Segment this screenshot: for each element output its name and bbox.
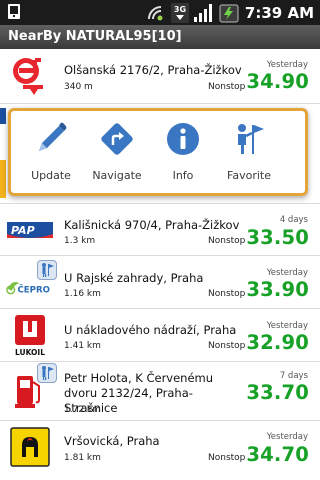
station-hours: Nonstop	[208, 453, 246, 463]
price: 33.50	[246, 226, 309, 249]
station-name: U Rajské zahrady, Praha	[64, 271, 204, 285]
svg-text:ČEPRO: ČEPRO	[17, 284, 50, 296]
notification-icon[interactable]	[6, 3, 24, 21]
station-name: Kališnická 970/4, Praha-Žižkov	[64, 218, 240, 232]
price-updated: Yesterday	[266, 60, 308, 70]
info-icon	[165, 121, 201, 157]
station-hours: Nonstop	[208, 289, 246, 299]
price: 33.70	[246, 381, 309, 404]
station-name: Olšanská 2176/2, Praha-Žižkov	[64, 63, 242, 77]
favorite-button[interactable]: Favorite	[215, 121, 283, 191]
station-distance: 1.72 km	[64, 405, 101, 415]
list-item[interactable]: Olšanská 2176/2, Praha-Žižkov 340 m Nons…	[0, 49, 320, 104]
station-distance: 1.16 km	[64, 289, 101, 299]
3g-icon: 3G	[170, 2, 189, 23]
update-button[interactable]: Update	[17, 121, 85, 191]
station-hours: Nonstop	[208, 341, 246, 351]
price-updated: Yesterday	[266, 321, 308, 331]
price-updated: 4 days	[279, 215, 308, 225]
price: 32.90	[246, 331, 309, 354]
station-name: U nákladového nádraží, Praha	[64, 323, 237, 337]
wifi-icon	[145, 4, 167, 22]
pencil-icon	[33, 121, 69, 157]
favorite-label: Favorite	[227, 169, 271, 182]
station-hours: Nonstop	[208, 82, 246, 92]
battery-icon	[219, 3, 239, 23]
clock: 7:39 AM	[244, 3, 314, 22]
status-bar: 3G 7:39 AM	[0, 0, 320, 25]
price-updated: Yesterday	[266, 432, 308, 442]
list-item[interactable]: LUKOIL U nákladového nádraží, Praha 1.41…	[0, 309, 320, 362]
svg-text:LUKOIL: LUKOIL	[15, 348, 45, 357]
info-label: Info	[172, 169, 194, 182]
favorite-badge-icon	[37, 363, 57, 383]
favorite-icon	[231, 121, 267, 157]
svg-text:3G: 3G	[174, 5, 186, 14]
station-distance: 340 m	[64, 82, 93, 92]
list-item[interactable]: ČEPRO U Rajské zahrady, Praha 1.16 km No…	[0, 256, 320, 309]
navigate-label: Navigate	[92, 169, 142, 182]
price-updated: 7 days	[279, 371, 308, 381]
mol-logo	[6, 52, 54, 96]
update-label: Update	[31, 169, 71, 182]
station-distance: 1.41 km	[64, 341, 101, 351]
list-item[interactable]: Petr Holota, K Červenému dvoru 2132/24, …	[0, 362, 320, 421]
navigate-icon	[99, 121, 135, 157]
price: 34.70	[246, 443, 309, 466]
paramo-logo: PAP	[6, 208, 54, 252]
station-hours: Nonstop	[208, 236, 246, 246]
favorite-badge-icon	[37, 260, 57, 280]
price: 33.90	[246, 278, 309, 301]
list-item[interactable]: Vršovická, Praha 1.81 km Nonstop Yesterd…	[0, 421, 320, 480]
info-button[interactable]: Info	[149, 121, 217, 191]
quick-action-popup: Update Navigate Info Favorite	[8, 108, 308, 196]
signal-icon	[193, 3, 215, 23]
price: 34.90	[246, 70, 309, 93]
svg-text:PAP: PAP	[11, 224, 35, 237]
station-distance: 1.81 km	[64, 453, 101, 463]
page-title: NearBy NATURAL95[10]	[0, 25, 320, 49]
obscured-logo	[0, 108, 6, 198]
agip-logo	[6, 425, 54, 469]
station-distance: 1.3 km	[64, 236, 96, 246]
navigate-button[interactable]: Navigate	[83, 121, 151, 191]
lukoil-logo: LUKOIL	[6, 313, 54, 357]
list-item[interactable]: PAP Kališnická 970/4, Praha-Žižkov 1.3 k…	[0, 203, 320, 256]
price-updated: Yesterday	[266, 268, 308, 278]
station-name: Vršovická, Praha	[64, 434, 160, 448]
